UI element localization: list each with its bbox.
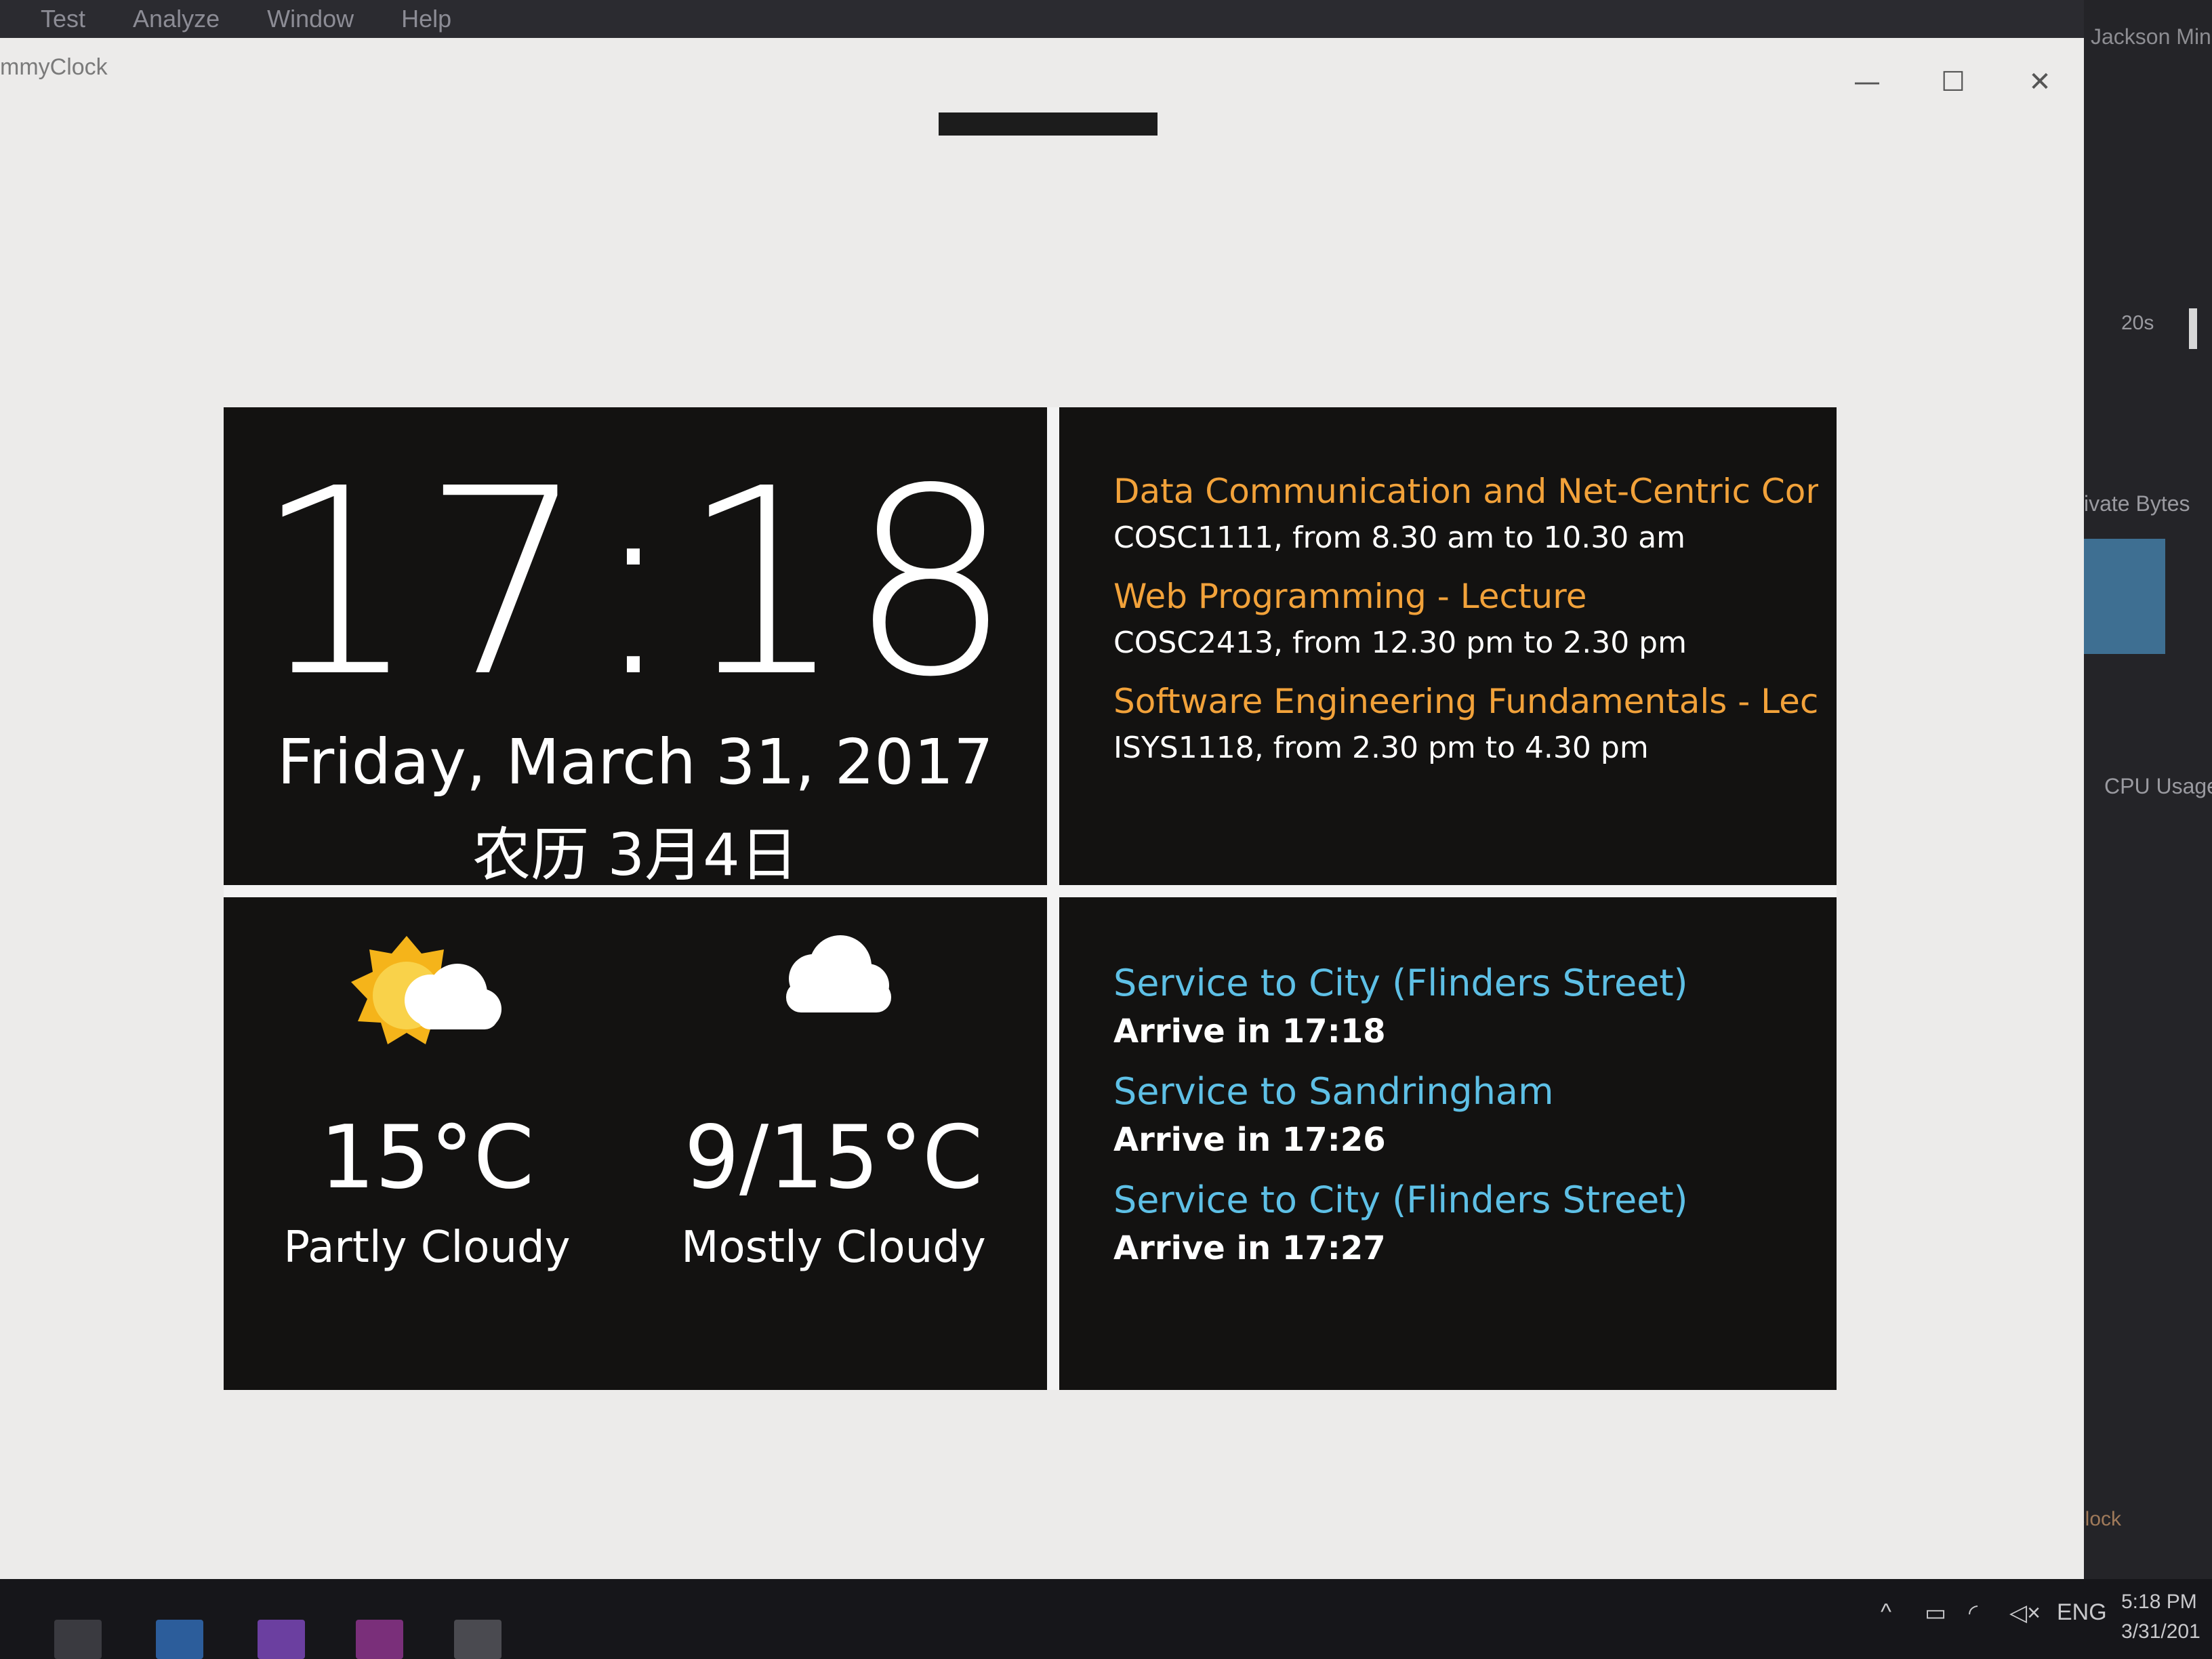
- menu-test[interactable]: Test: [41, 5, 85, 33]
- app-window: mmyClock — ☐ ✕ 17:18 Friday, March 31, 2…: [0, 38, 2084, 1579]
- menu-analyze[interactable]: Analyze: [133, 5, 220, 33]
- schedule-item-detail: COSC2413, from 12.30 pm to 2.30 pm: [1113, 626, 1687, 660]
- tray-time: 5:18 PM: [2121, 1591, 2197, 1613]
- lunar-date: 农历 3月4日: [472, 821, 798, 889]
- ide-menubar: Test Analyze Window Help: [0, 0, 2212, 38]
- tray-date: 3/31/201: [2121, 1620, 2200, 1643]
- clock-time: 17:18: [253, 433, 1017, 733]
- taskbar: ^ ▭ ◜ ◁× ENG 5:18 PM 3/31/201: [0, 1579, 2212, 1659]
- title-handle: [939, 112, 1158, 136]
- schedule-item-title: Data Communication and Net-Centric Compu…: [1113, 472, 1818, 511]
- input-language[interactable]: ENG: [2057, 1599, 2107, 1626]
- private-bytes-label: ivate Bytes: [2084, 491, 2190, 516]
- memory-graph: [2084, 539, 2165, 654]
- cpu-usage-label: CPU Usage: [2104, 774, 2212, 798]
- timeline-marker: [2189, 308, 2197, 349]
- current-temperature: 15°C: [319, 1107, 535, 1208]
- cloud-icon: [759, 931, 908, 1029]
- current-condition: Partly Cloudy: [283, 1223, 571, 1273]
- weather-forecast: 9/15°C Mostly Cloudy: [630, 897, 1037, 1390]
- transit-item: Service to City (Flinders Street) Arrive…: [1113, 962, 1688, 1050]
- transit-arrival: Arrive in 17:26: [1113, 1121, 1386, 1159]
- close-icon: ✕: [2028, 66, 2051, 98]
- volume-muted-icon[interactable]: ◁×: [2009, 1599, 2041, 1626]
- maximize-button[interactable]: ☐: [1933, 65, 1973, 99]
- schedule-item-detail: ISYS1118, from 2.30 pm to 4.30 pm: [1113, 731, 1649, 765]
- menu-window[interactable]: Window: [267, 5, 354, 33]
- menu-help[interactable]: Help: [401, 5, 451, 33]
- dashboard: 17:18 Friday, March 31, 2017 农历 3月4日 Dat…: [224, 407, 1837, 1390]
- window-title: mmyClock: [0, 54, 108, 80]
- transit-arrival: Arrive in 17:27: [1113, 1229, 1386, 1267]
- diagnostics-panel: Jackson Min 20s ivate Bytes CPU Usage Cl…: [2070, 0, 2212, 1579]
- transit-service: Service to City (Flinders Street): [1113, 962, 1688, 1004]
- network-icon[interactable]: ▭: [1925, 1599, 1946, 1626]
- transit-service: Service to City (Flinders Street): [1113, 1179, 1688, 1221]
- forecast-temperature: 9/15°C: [684, 1107, 983, 1208]
- transit-item: Service to Sandringham Arrive in 17:26: [1113, 1070, 1554, 1159]
- transit-service: Service to Sandringham: [1113, 1070, 1554, 1113]
- schedule-item: Data Communication and Net-Centric Compu…: [1113, 472, 1818, 555]
- tray-clock[interactable]: 5:18 PM 3/31/201: [2121, 1587, 2200, 1647]
- minimize-button[interactable]: —: [1847, 65, 1887, 99]
- transit-panel: Service to City (Flinders Street) Arrive…: [1059, 897, 1837, 1390]
- clock-panel: 17:18 Friday, March 31, 2017 农历 3月4日: [224, 407, 1047, 889]
- schedule-item-title: Web Programming - Lecture: [1113, 577, 1587, 616]
- minimize-icon: —: [1853, 66, 1881, 98]
- close-button[interactable]: ✕: [2020, 65, 2060, 99]
- taskbar-app-visual-studio[interactable]: [258, 1620, 305, 1659]
- weather-today: 15°C Partly Cloudy: [224, 897, 630, 1390]
- session-timer: 20s: [2121, 312, 2154, 334]
- forecast-condition: Mostly Cloudy: [681, 1223, 986, 1273]
- transit-item: Service to City (Flinders Street) Arrive…: [1113, 1179, 1688, 1267]
- account-name[interactable]: Jackson Min: [2091, 24, 2211, 49]
- partly-cloudy-icon: [346, 931, 508, 1069]
- wifi-icon[interactable]: ◜: [1969, 1599, 1978, 1626]
- schedule-item: Software Engineering Fundamentals - Lect…: [1113, 682, 1818, 765]
- schedule-item-detail: COSC1111, from 8.30 am to 10.30 am: [1113, 520, 1686, 555]
- taskbar-app-mail[interactable]: [454, 1620, 501, 1659]
- schedule-panel: Data Communication and Net-Centric Compu…: [1059, 407, 1837, 885]
- schedule-item-title: Software Engineering Fundamentals - Lect…: [1113, 682, 1818, 721]
- taskbar-app-onenote[interactable]: [356, 1620, 403, 1659]
- schedule-item: Web Programming - Lecture COSC2413, from…: [1113, 577, 1818, 660]
- transit-arrival: Arrive in 17:18: [1113, 1012, 1386, 1050]
- tray-chevron-up-icon[interactable]: ^: [1881, 1599, 1891, 1626]
- taskbar-app-explorer[interactable]: [54, 1620, 102, 1659]
- clock-date: Friday, March 31, 2017: [277, 726, 994, 798]
- maximize-icon: ☐: [1941, 66, 1965, 98]
- taskbar-app-store[interactable]: [156, 1620, 203, 1659]
- weather-panel: 15°C Partly Cloudy 9/15°C Mostly Cloudy: [224, 897, 1047, 1390]
